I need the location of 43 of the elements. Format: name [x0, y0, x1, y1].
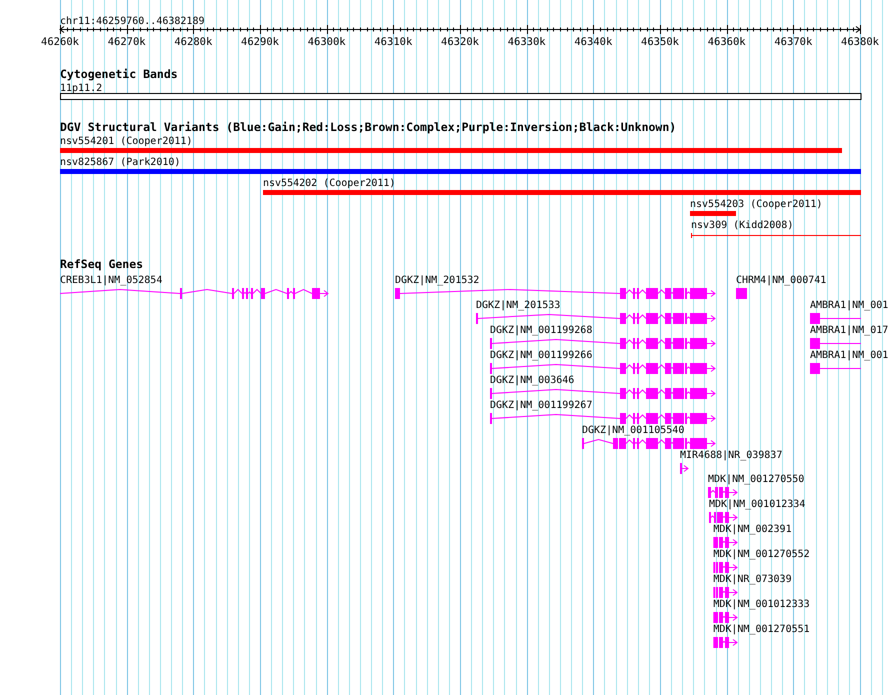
band-label: 11p11.2 — [60, 83, 102, 94]
tick-label: 46320k — [441, 36, 479, 48]
region-label: chr11:46259760..46382189 — [60, 16, 204, 27]
gene-label: DGKZ|NM_001199268 — [490, 325, 592, 336]
track-title: RefSeq Genes — [60, 257, 144, 271]
variant-label: nsv825867 (Park2010) — [60, 157, 180, 168]
tick-label: 46310k — [374, 36, 412, 48]
gene-label: MDK|NM_001012334 — [709, 499, 806, 510]
gene-label: AMBRA1|NM_001 — [810, 300, 888, 311]
tick-label: 46350k — [641, 36, 679, 48]
tick-label: 46260k — [41, 36, 79, 48]
gene-label: CHRM4|NM_000741 — [736, 275, 826, 286]
variant-label: nsv309 (Kidd2008) — [691, 220, 794, 231]
gene-label: DGKZ|NM_201532 — [395, 275, 480, 286]
tick-label: 46370k — [774, 36, 812, 48]
gene-label: DGKZ|NM_001199266 — [490, 350, 592, 361]
gene-label: AMBRA1|NM_017 — [810, 325, 888, 336]
gene-label: DGKZ|NM_201533 — [476, 300, 560, 311]
variant-label: nsv554202 (Cooper2011) — [263, 178, 396, 189]
variant-label: nsv554201 (Cooper2011) — [60, 136, 192, 147]
gene-label: DGKZ|NM_001105540 — [582, 425, 684, 436]
track-title: Cytogenetic Bands — [60, 67, 178, 81]
tick-label: 46280k — [174, 36, 212, 48]
gene-label: MDK|NM_001270551 — [713, 624, 810, 635]
tick-label: 46290k — [241, 36, 279, 48]
track-title: DGV Structural Variants (Blue:Gain;Red:Loss;Brown:Complex;Purple:Inversion;Black:Unknown) — [60, 120, 676, 134]
gene-label: MDK|NM_001270552 — [713, 549, 810, 560]
gene-label: MDK|NM_001270550 — [708, 474, 804, 485]
tick-label: 46360k — [708, 36, 746, 48]
gene-label: MIR4688|NR_039837 — [680, 450, 782, 461]
tick-label: 46380k — [841, 36, 879, 48]
gene-label: MDK|NM_001012333 — [713, 599, 810, 610]
gene-label: AMBRA1|NM_001 — [810, 350, 888, 361]
tick-label: 46340k — [574, 36, 612, 48]
tick-label: 46300k — [308, 36, 346, 48]
variant-label: nsv554203 (Cooper2011) — [690, 199, 822, 210]
gene-label: MDK|NM_002391 — [713, 524, 792, 535]
gene-label: DGKZ|NM_003646 — [490, 375, 574, 386]
gene-label: DGKZ|NM_001199267 — [490, 400, 592, 411]
gene-label: CREB3L1|NM_052854 — [60, 275, 162, 286]
tick-label: 46270k — [108, 36, 146, 48]
gene-label: MDK|NR_073039 — [713, 574, 792, 585]
tick-label: 46330k — [508, 36, 546, 48]
